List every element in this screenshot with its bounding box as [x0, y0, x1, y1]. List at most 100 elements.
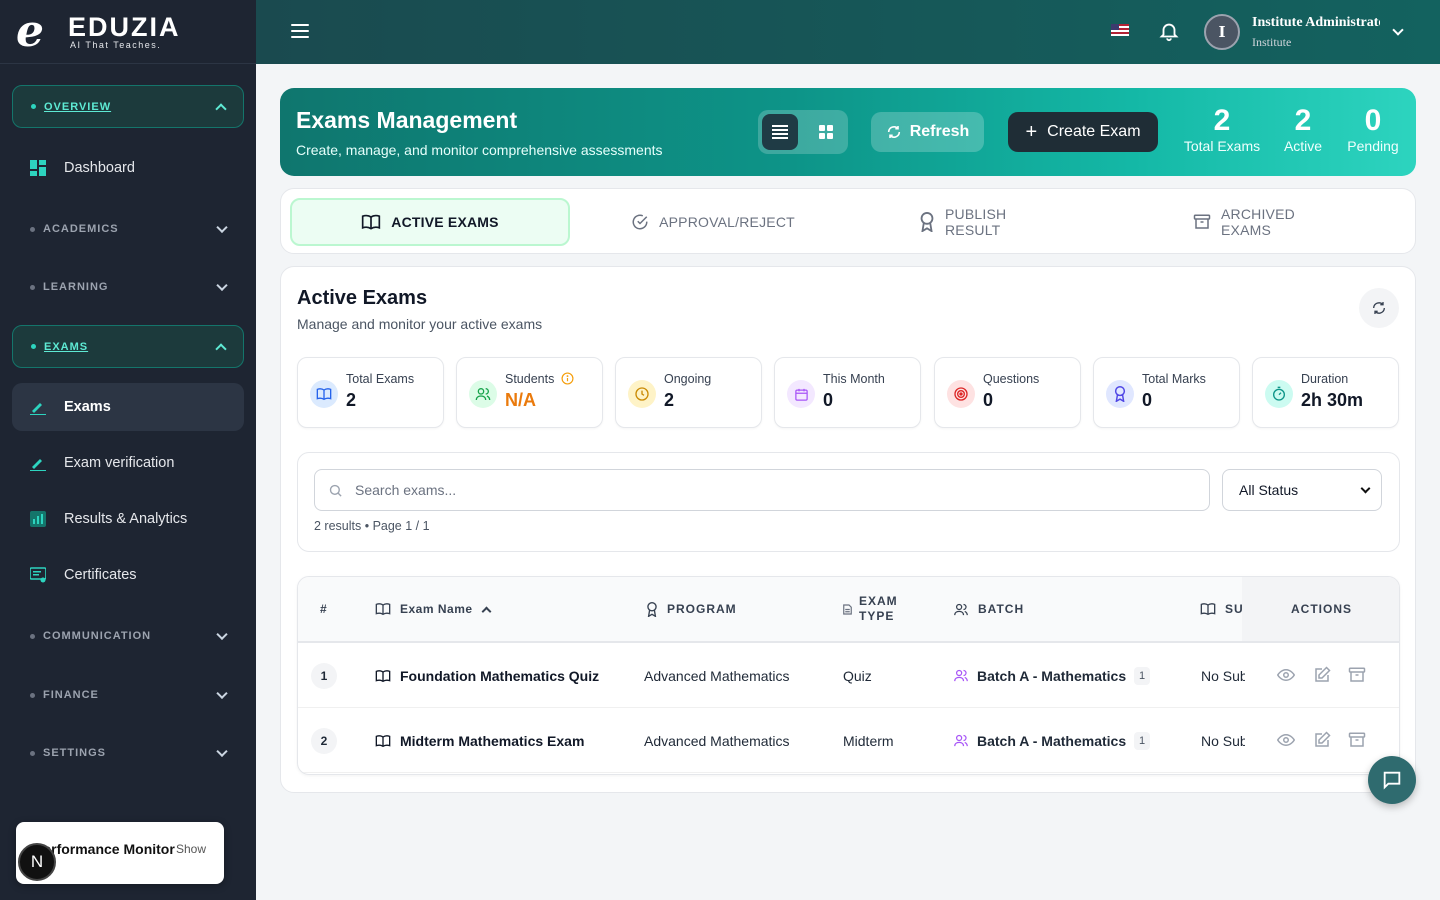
section-title: Active Exams	[297, 287, 428, 309]
sidebar-section-settings[interactable]: SETTINGS	[12, 738, 244, 768]
exam-name[interactable]: Foundation Mathematics Quiz	[400, 668, 599, 684]
check-circle-icon	[631, 213, 649, 231]
search-icon	[329, 484, 342, 497]
bullet-icon	[31, 344, 36, 349]
create-exam-label: Create Exam	[1047, 123, 1141, 140]
table-row[interactable]: 1 Foundation Mathematics Quiz Advanced M…	[298, 643, 1399, 708]
metric-label: This Month	[823, 372, 885, 386]
chat-button[interactable]	[1368, 756, 1416, 804]
sidebar-item-label: Results & Analytics	[64, 511, 188, 527]
book-icon	[375, 602, 391, 616]
stat-total-exams: 2 Total Exams	[1180, 104, 1264, 154]
sidebar-item-certificates[interactable]: Certificates	[12, 551, 244, 599]
active-exams-card: Active Exams Manage and monitor your act…	[280, 266, 1416, 793]
column-header-exam-name[interactable]: Exam Name	[375, 577, 491, 641]
stat-pending: 0 Pending	[1342, 104, 1404, 154]
column-header-subject: SU	[1200, 577, 1242, 641]
award-icon	[919, 212, 935, 232]
us-flag-icon[interactable]	[1111, 24, 1129, 36]
grid-view-button[interactable]	[808, 114, 844, 150]
book-icon	[310, 380, 338, 408]
sidebar-item-results-analytics[interactable]: Results & Analytics	[12, 495, 244, 543]
exam-subject: No Sub	[1201, 732, 1245, 749]
sidebar-item-dashboard[interactable]: Dashboard	[12, 144, 244, 192]
sidebar-item-exam-verification[interactable]: Exam verification	[12, 439, 244, 487]
user-name[interactable]: Institute Administrator	[1252, 15, 1380, 31]
bullet-icon	[30, 750, 35, 756]
notification-bell-icon[interactable]	[1158, 20, 1180, 42]
sidebar-section-exams[interactable]: EXAMS	[12, 325, 244, 368]
metric-total-marks: Total Marks 0	[1093, 357, 1240, 428]
section-label: SETTINGS	[43, 747, 107, 759]
sidebar-section-academics[interactable]: ACADEMICS	[12, 214, 244, 244]
metric-value: 2	[664, 390, 675, 410]
exam-type: Quiz	[843, 667, 872, 684]
column-header-actions: ACTIONS	[1242, 577, 1399, 641]
status-filter-value: All Status	[1239, 482, 1299, 498]
users-icon	[954, 669, 968, 682]
edit-icon[interactable]	[1313, 666, 1331, 684]
sidebar-section-overview[interactable]: OVERVIEW	[12, 85, 244, 128]
status-filter-select[interactable]: All Status	[1222, 469, 1382, 511]
performance-monitor-toggle[interactable]: Show	[176, 842, 206, 856]
sidebar-item-exams[interactable]: Exams	[12, 383, 244, 431]
grid-icon	[819, 125, 833, 139]
bullet-icon	[30, 692, 35, 698]
hamburger-menu-icon[interactable]	[291, 24, 309, 38]
section-label: EXAMS	[44, 340, 89, 353]
bullet-icon	[30, 284, 35, 290]
chevron-up-icon	[215, 102, 227, 115]
tab-archived-exams[interactable]: ARCHIVED EXAMS	[1193, 198, 1349, 246]
row-number: 2	[311, 727, 337, 754]
exam-tabs: ACTIVE EXAMS APPROVAL/REJECT PUBLISH RES…	[280, 188, 1416, 254]
top-header: I Institute Administrator Institute	[256, 0, 1440, 64]
metric-value: N/A	[505, 390, 536, 410]
column-header-program: PROGRAM	[646, 577, 737, 641]
exam-name[interactable]: Midterm Mathematics Exam	[400, 733, 584, 749]
exam-batch: Batch A - Mathematics	[977, 732, 1127, 749]
archive-icon[interactable]	[1348, 731, 1366, 749]
n-dev-badge[interactable]: N	[18, 843, 56, 881]
sidebar-section-communication[interactable]: COMMUNICATION	[12, 621, 244, 651]
table-row[interactable]: 2 Midterm Mathematics Exam Advanced Math…	[298, 708, 1399, 773]
sort-ascending-icon[interactable]	[481, 606, 491, 616]
document-icon	[843, 603, 852, 615]
sidebar-section-learning[interactable]: LEARNING	[12, 272, 244, 302]
archive-icon	[1193, 213, 1211, 231]
edit-icon[interactable]	[1313, 731, 1331, 749]
avatar[interactable]: I	[1204, 14, 1240, 50]
view-eye-icon[interactable]	[1277, 666, 1295, 684]
metric-label: Students	[505, 372, 555, 386]
exams-table: # Exam Name PROGRAM EXAM TYPE BATCH SU A…	[297, 576, 1400, 775]
metric-label: Questions	[983, 372, 1040, 386]
exams-management-banner: Exams Management Create, manage, and mon…	[280, 88, 1416, 176]
tab-publish-result[interactable]: PUBLISH RESULT	[919, 198, 1065, 246]
target-icon	[947, 380, 975, 408]
bullet-icon	[30, 226, 35, 232]
tab-active-exams[interactable]: ACTIVE EXAMS	[290, 198, 570, 246]
exam-batch: Batch A - Mathematics	[977, 667, 1127, 684]
chevron-down-icon[interactable]	[1392, 24, 1404, 36]
card-refresh-button[interactable]	[1359, 288, 1399, 328]
metric-this-month: This Month 0	[774, 357, 921, 428]
search-input[interactable]: Search exams...	[314, 469, 1210, 511]
metric-value: 2	[346, 390, 357, 410]
view-eye-icon[interactable]	[1277, 731, 1295, 749]
exam-subject: No Sub	[1201, 667, 1245, 684]
archive-icon[interactable]	[1348, 666, 1366, 684]
award-icon	[646, 601, 658, 617]
row-number: 1	[311, 662, 337, 689]
book-icon	[1200, 602, 1216, 616]
list-view-button[interactable]	[762, 114, 798, 150]
brand-logo[interactable]: e EDUZIA AI That Teaches.	[0, 0, 256, 64]
chevron-down-icon	[1360, 483, 1371, 494]
create-exam-button[interactable]: + Create Exam	[1008, 112, 1158, 152]
sidebar-item-label: Exam verification	[64, 455, 175, 471]
book-icon	[361, 213, 381, 231]
certificate-icon	[30, 567, 46, 583]
refresh-button[interactable]: Refresh	[871, 112, 984, 152]
sidebar-section-finance[interactable]: FINANCE	[12, 680, 244, 710]
tab-approval-reject[interactable]: APPROVAL/REJECT	[631, 198, 795, 246]
page-title: Exams Management	[296, 107, 518, 133]
section-subtitle: Manage and monitor your active exams	[297, 316, 543, 332]
